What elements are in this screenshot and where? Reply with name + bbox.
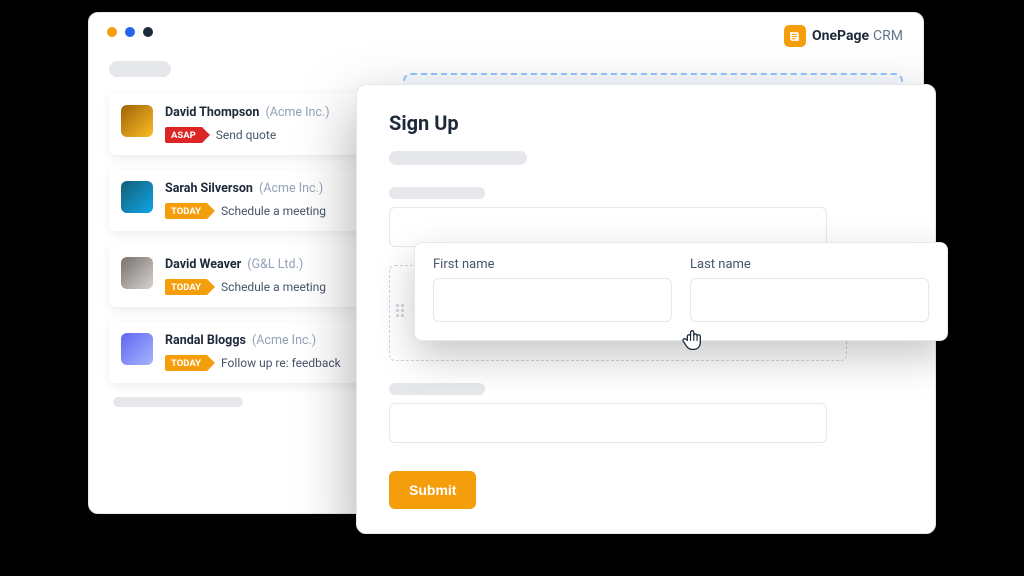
avatar bbox=[121, 257, 153, 289]
priority-flag-today: TODAY bbox=[165, 355, 207, 371]
contact-card[interactable]: David Thompson (Acme Inc.) ASAP Send quo… bbox=[109, 93, 375, 155]
next-action: Schedule a meeting bbox=[221, 280, 326, 294]
field-label-placeholder bbox=[389, 187, 485, 199]
first-name-input[interactable] bbox=[433, 278, 672, 322]
contact-company: (Acme Inc.) bbox=[259, 181, 323, 196]
contact-name: Sarah Silverson bbox=[165, 181, 253, 196]
priority-flag-asap: ASAP bbox=[165, 127, 202, 143]
submit-button[interactable]: Submit bbox=[389, 471, 476, 509]
brand-icon bbox=[784, 25, 806, 47]
window-dot-orange[interactable] bbox=[107, 27, 117, 37]
avatar bbox=[121, 105, 153, 137]
contact-card[interactable]: David Weaver (G&L Ltd.) TODAY Schedule a… bbox=[109, 245, 375, 307]
next-action: Schedule a meeting bbox=[221, 204, 326, 218]
text-input-placeholder[interactable] bbox=[389, 403, 827, 443]
sidebar-heading-placeholder bbox=[109, 61, 171, 77]
last-name-input[interactable] bbox=[690, 278, 929, 322]
contact-name-row: David Thompson (Acme Inc.) bbox=[165, 105, 361, 120]
contact-name-row: David Weaver (G&L Ltd.) bbox=[165, 257, 361, 272]
contact-sidebar: David Thompson (Acme Inc.) ASAP Send quo… bbox=[109, 61, 375, 407]
drag-handle-icon[interactable] bbox=[396, 304, 404, 317]
avatar bbox=[121, 333, 153, 365]
first-name-label: First name bbox=[433, 257, 672, 272]
priority-flag-today: TODAY bbox=[165, 279, 207, 295]
next-action: Follow up re: feedback bbox=[221, 356, 341, 370]
contact-company: (G&L Ltd.) bbox=[247, 257, 303, 272]
brand: OnePageCRM bbox=[784, 25, 903, 47]
window-controls bbox=[107, 27, 153, 37]
signup-title: Sign Up bbox=[389, 111, 903, 135]
avatar bbox=[121, 181, 153, 213]
brand-name: OnePage bbox=[812, 28, 869, 44]
next-action: Send quote bbox=[216, 128, 276, 142]
contact-name: Randal Bloggs bbox=[165, 333, 246, 348]
brand-suffix: CRM bbox=[873, 28, 903, 44]
sidebar-scroll-placeholder bbox=[113, 397, 243, 407]
grab-cursor-icon bbox=[680, 324, 706, 352]
contact-name: David Weaver bbox=[165, 257, 241, 272]
contact-name-row: Randal Bloggs (Acme Inc.) bbox=[165, 333, 361, 348]
contact-company: (Acme Inc.) bbox=[265, 105, 329, 120]
last-name-label: Last name bbox=[690, 257, 929, 272]
contact-company: (Acme Inc.) bbox=[252, 333, 316, 348]
placeholder-line bbox=[389, 151, 527, 165]
window-dot-blue[interactable] bbox=[125, 27, 135, 37]
contact-card[interactable]: Randal Bloggs (Acme Inc.) TODAY Follow u… bbox=[109, 321, 375, 383]
contact-name-row: Sarah Silverson (Acme Inc.) bbox=[165, 181, 361, 196]
contact-name: David Thompson bbox=[165, 105, 259, 120]
window-dot-dark[interactable] bbox=[143, 27, 153, 37]
priority-flag-today: TODAY bbox=[165, 203, 207, 219]
contact-card[interactable]: Sarah Silverson (Acme Inc.) TODAY Schedu… bbox=[109, 169, 375, 231]
text-input-placeholder[interactable] bbox=[389, 207, 827, 247]
field-label-placeholder bbox=[389, 383, 485, 395]
